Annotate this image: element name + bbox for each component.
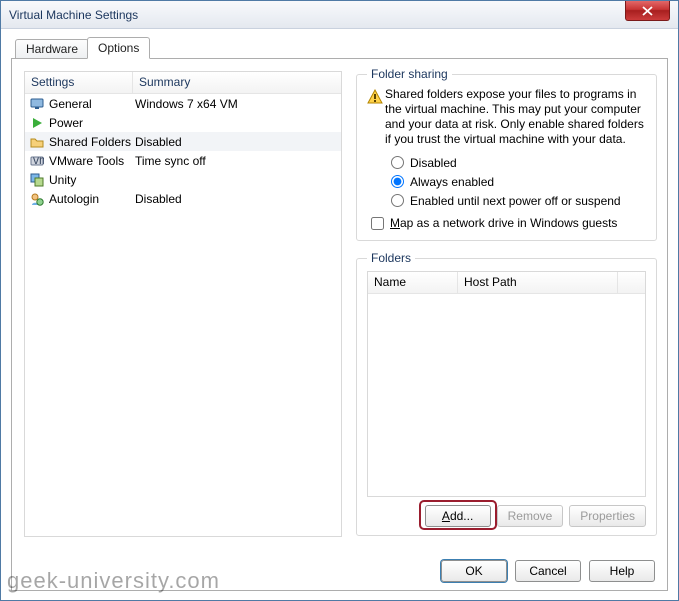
radio-until-poweroff[interactable]: Enabled until next power off or suspend	[391, 191, 646, 210]
radio-always-input[interactable]	[391, 175, 404, 188]
folders-table-header: Name Host Path	[368, 272, 645, 294]
autologin-icon	[29, 191, 45, 207]
item-label: Unity	[49, 173, 135, 187]
item-label: Shared Folders	[49, 135, 135, 149]
add-button[interactable]: Add...	[425, 505, 491, 527]
help-label: Help	[610, 564, 635, 578]
folders-section: Folders Name Host Path Add... Remove Pro	[356, 251, 657, 536]
vm-settings-window: Virtual Machine Settings Hardware Option…	[0, 0, 679, 601]
play-icon	[29, 115, 45, 131]
list-item-unity[interactable]: Unity	[25, 170, 341, 189]
radio-always-enabled[interactable]: Always enabled	[391, 172, 646, 191]
cancel-button[interactable]: Cancel	[515, 560, 581, 582]
ok-label: OK	[465, 564, 482, 578]
tab-hardware-label: Hardware	[26, 42, 78, 56]
settings-list[interactable]: Settings Summary General Windows 7 x64 V…	[24, 71, 342, 537]
unity-icon	[29, 172, 45, 188]
col-settings[interactable]: Settings	[25, 72, 133, 93]
map-network-drive-row[interactable]: Map as a network drive in Windows guests	[371, 216, 646, 230]
cancel-label: Cancel	[529, 564, 566, 578]
item-summary: Time sync off	[135, 154, 206, 168]
radio-label: Enabled until next power off or suspend	[410, 194, 621, 208]
dialog-buttons: OK Cancel Help	[441, 560, 655, 582]
tab-options-label: Options	[98, 41, 139, 55]
remove-button-label: Remove	[508, 509, 553, 523]
titlebar[interactable]: Virtual Machine Settings	[1, 1, 678, 29]
close-button[interactable]	[625, 1, 670, 21]
item-summary: Disabled	[135, 192, 182, 206]
item-summary: Disabled	[135, 135, 182, 149]
remove-button: Remove	[497, 505, 564, 527]
monitor-icon	[29, 96, 45, 112]
tab-options[interactable]: Options	[87, 37, 150, 59]
tabstrip: Hardware Options	[11, 37, 668, 59]
settings-list-rows: General Windows 7 x64 VM Power Shared Fo…	[25, 94, 341, 536]
radio-label: Always enabled	[410, 175, 494, 189]
tab-hardware[interactable]: Hardware	[15, 39, 89, 59]
list-item-power[interactable]: Power	[25, 113, 341, 132]
close-icon	[642, 6, 653, 16]
folders-buttons: Add... Remove Properties	[367, 505, 646, 527]
item-label: Autologin	[49, 192, 135, 206]
col-host-path[interactable]: Host Path	[458, 272, 618, 293]
properties-button: Properties	[569, 505, 646, 527]
item-label: VMware Tools	[49, 154, 135, 168]
ok-button[interactable]: OK	[441, 560, 507, 582]
col-summary[interactable]: Summary	[133, 72, 196, 93]
folders-legend: Folders	[367, 251, 415, 265]
window-title: Virtual Machine Settings	[9, 8, 138, 22]
map-network-drive-checkbox[interactable]	[371, 217, 384, 230]
folder-share-icon	[29, 134, 45, 150]
warning-icon	[367, 89, 385, 147]
map-network-drive-label: Map as a network drive in Windows guests	[390, 216, 617, 230]
right-pane: Folder sharing Shared folders expose you…	[356, 67, 657, 582]
item-label: General	[49, 97, 135, 111]
dialog-content: Hardware Options Settings Summary Genera…	[1, 29, 678, 600]
folders-table[interactable]: Name Host Path	[367, 271, 646, 497]
sharing-radio-group: Disabled Always enabled Enabled until ne…	[391, 153, 646, 210]
warning-row: Shared folders expose your files to prog…	[367, 87, 646, 147]
col-spacer	[618, 272, 645, 293]
help-button[interactable]: Help	[589, 560, 655, 582]
list-item-autologin[interactable]: Autologin Disabled	[25, 189, 341, 208]
add-button-label: Add...	[442, 509, 473, 523]
vmware-tools-icon: vm	[29, 153, 45, 169]
tab-body: Settings Summary General Windows 7 x64 V…	[11, 59, 668, 591]
radio-label: Disabled	[410, 156, 457, 170]
radio-until-input[interactable]	[391, 194, 404, 207]
list-item-shared-folders[interactable]: Shared Folders Disabled	[25, 132, 341, 151]
list-item-general[interactable]: General Windows 7 x64 VM	[25, 94, 341, 113]
folder-sharing-legend: Folder sharing	[367, 67, 452, 81]
radio-disabled[interactable]: Disabled	[391, 153, 646, 172]
col-name[interactable]: Name	[368, 272, 458, 293]
warning-text: Shared folders expose your files to prog…	[385, 87, 646, 147]
item-summary: Windows 7 x64 VM	[135, 97, 238, 111]
svg-text:vm: vm	[33, 154, 44, 167]
item-label: Power	[49, 116, 135, 130]
folder-sharing-group: Folder sharing Shared folders expose you…	[356, 67, 657, 241]
settings-list-header: Settings Summary	[25, 72, 341, 94]
folders-group: Folders Name Host Path Add... Remove Pro	[356, 251, 657, 536]
properties-button-label: Properties	[580, 509, 635, 523]
radio-disabled-input[interactable]	[391, 156, 404, 169]
list-item-vmware-tools[interactable]: vm VMware Tools Time sync off	[25, 151, 341, 170]
